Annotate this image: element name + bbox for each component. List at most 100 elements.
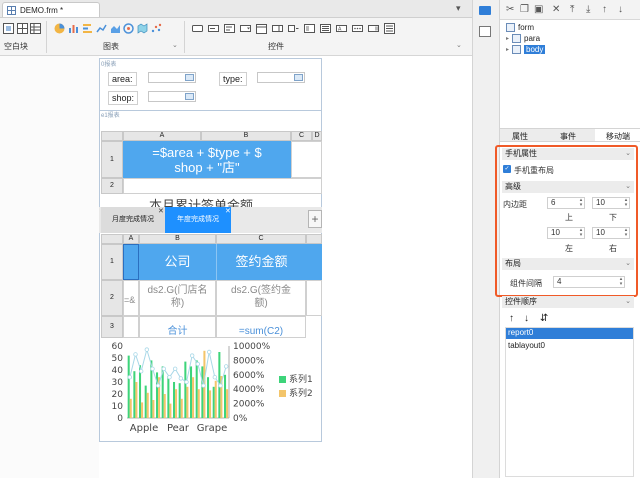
tree-widget-icon[interactable] <box>320 23 331 34</box>
column-header-b[interactable]: B <box>139 234 216 244</box>
dropdown-widget-icon[interactable] <box>240 23 251 34</box>
mobile-attr-header[interactable]: 手机属性 ⌄ <box>502 148 634 160</box>
order-up-icon[interactable]: ↑ <box>509 313 514 324</box>
close-icon[interactable]: ✕ <box>225 207 231 215</box>
number-widget-icon[interactable] <box>272 23 283 34</box>
combo-chart[interactable]: 60 50 40 30 20 10 0 10000% 8000% 6000% 4000% 2000% 0… <box>101 340 321 436</box>
column-header-b[interactable]: B <box>201 131 291 141</box>
table-cell[interactable] <box>306 280 322 316</box>
blank-block-icon[interactable] <box>3 23 14 34</box>
selected-cell[interactable] <box>123 244 139 280</box>
scatter-chart-icon[interactable] <box>151 23 162 34</box>
column-header-d[interactable]: D <box>312 131 322 141</box>
chevron-down-icon[interactable]: ⌄ <box>172 41 178 49</box>
add-tab-button[interactable]: + <box>308 210 322 228</box>
spinner-icon[interactable]: ▴ ▾ <box>623 228 629 238</box>
formula-cell[interactable]: =$area + $type + $ shop + "店" <box>123 141 291 178</box>
column-header-d[interactable] <box>306 234 322 244</box>
padding-bottom-input[interactable]: 10 ▴ ▾ <box>592 197 630 209</box>
expand-icon[interactable]: ▸ <box>506 46 509 53</box>
bar-chart-icon[interactable] <box>82 23 93 34</box>
move-up-icon[interactable]: ↑ <box>602 4 607 15</box>
row-header-3[interactable]: 3 <box>101 316 123 338</box>
column-header-a[interactable]: A <box>123 234 139 244</box>
move-top-icon[interactable]: ⤒ <box>570 4 574 15</box>
type-combo[interactable] <box>257 72 305 83</box>
column-header-c[interactable]: C <box>216 234 306 244</box>
row-header-1[interactable]: 1 <box>101 244 123 280</box>
structure-panel-icon[interactable] <box>479 6 491 15</box>
list-widget-icon[interactable] <box>384 23 395 34</box>
spinner-icon[interactable]: ▴ ▾ <box>618 277 624 287</box>
cell-c2[interactable]: ds2.G(签约金额) <box>216 280 306 316</box>
table-layout-icon[interactable] <box>30 23 41 34</box>
chevron-down-icon[interactable]: ⌄ <box>456 41 462 49</box>
copy-icon[interactable]: ❐ <box>520 4 529 15</box>
shop-combo[interactable] <box>148 91 196 102</box>
document-tab[interactable]: DEMO.frm * <box>2 2 100 17</box>
order-header[interactable]: 控件顺序 ⌄ <box>502 296 634 308</box>
cell-b3[interactable]: 合计 <box>139 316 216 338</box>
header-amount-cell[interactable]: 签约金额 <box>216 244 306 280</box>
delete-icon[interactable]: ✕ <box>552 4 560 15</box>
pie-chart-icon[interactable] <box>54 23 65 34</box>
button-widget-icon[interactable] <box>192 23 203 34</box>
map-chart-icon[interactable] <box>137 23 148 34</box>
order-sort-icon[interactable]: ⇵ <box>540 313 548 324</box>
advanced-header[interactable]: 高级 ⌄ <box>502 181 634 193</box>
tree-node-body[interactable]: ▸ body <box>506 45 546 54</box>
dropdown-icon[interactable] <box>185 93 194 100</box>
chevron-down-icon[interactable]: ⌄ <box>625 181 631 193</box>
padding-right-input[interactable]: 10 ▴ ▾ <box>592 227 630 239</box>
radio-widget-icon[interactable] <box>304 23 315 34</box>
spinner-icon[interactable]: ▴ ▾ <box>623 198 629 208</box>
dropdown-icon[interactable] <box>294 74 303 81</box>
spinner-icon[interactable]: ▴ ▾ <box>578 198 584 208</box>
gauge-chart-icon[interactable] <box>123 23 134 34</box>
cut-icon[interactable]: ✂ <box>506 4 514 15</box>
spacing-input[interactable]: 4 ▴ ▾ <box>553 276 625 288</box>
header-company-cell[interactable]: 公司 <box>139 244 216 280</box>
date-widget-icon[interactable] <box>256 23 267 34</box>
tab-events[interactable]: 事件 <box>560 131 576 142</box>
text-widget-icon[interactable] <box>224 23 235 34</box>
line-chart-icon[interactable] <box>96 23 107 34</box>
area-combo[interactable] <box>148 72 196 83</box>
relayout-checkbox[interactable]: ✓ <box>503 165 511 173</box>
dropdown-icon[interactable] <box>185 74 194 81</box>
tree-node-para[interactable]: ▸ para <box>506 34 540 43</box>
layout-header[interactable]: 布局 ⌄ <box>502 258 634 270</box>
cell-c3[interactable]: =sum(C2) <box>216 316 306 338</box>
table-cell[interactable] <box>291 141 322 178</box>
tab-yearly[interactable]: 年度完成情况 <box>165 207 231 233</box>
password-widget-icon[interactable] <box>352 23 363 34</box>
spinner-icon[interactable]: ▴ ▾ <box>578 228 584 238</box>
table-cell[interactable] <box>123 178 322 194</box>
cell-b2[interactable]: ds2.G(门店名称) <box>139 280 216 316</box>
order-down-icon[interactable]: ↓ <box>524 313 529 324</box>
expand-icon[interactable]: ▸ <box>506 35 509 42</box>
cell-a2[interactable]: =& <box>123 280 139 316</box>
table-cell[interactable] <box>123 316 139 338</box>
tab-monthly[interactable]: 月度完成情况 <box>101 207 165 233</box>
tab-mobile[interactable]: 移动端 <box>606 131 630 142</box>
chevron-down-icon[interactable]: ⌄ <box>625 258 631 270</box>
row-header-2[interactable]: 2 <box>101 280 123 316</box>
tree-node-form[interactable]: form <box>506 23 534 32</box>
tab-properties[interactable]: 属性 <box>512 131 528 142</box>
paste-icon[interactable]: ▣ <box>534 4 543 15</box>
area-chart-icon[interactable] <box>110 23 121 34</box>
column-header-c[interactable]: C <box>291 131 312 141</box>
widget-settings-icon[interactable] <box>479 26 491 37</box>
row-header-1[interactable]: 1 <box>101 141 123 178</box>
padding-top-input[interactable]: 6 ▴ ▾ <box>547 197 585 209</box>
move-down-icon[interactable]: ↓ <box>618 4 623 15</box>
file-widget-icon[interactable] <box>368 23 379 34</box>
row-header-2[interactable]: 2 <box>101 178 123 194</box>
table-cell[interactable] <box>306 244 322 280</box>
padding-left-input[interactable]: 10 ▴ ▾ <box>547 227 585 239</box>
checkbox-widget-icon[interactable] <box>288 23 299 34</box>
move-bottom-icon[interactable]: ⤓ <box>586 4 590 15</box>
combo-widget-icon[interactable] <box>208 23 219 34</box>
column-header-a[interactable]: A <box>123 131 201 141</box>
